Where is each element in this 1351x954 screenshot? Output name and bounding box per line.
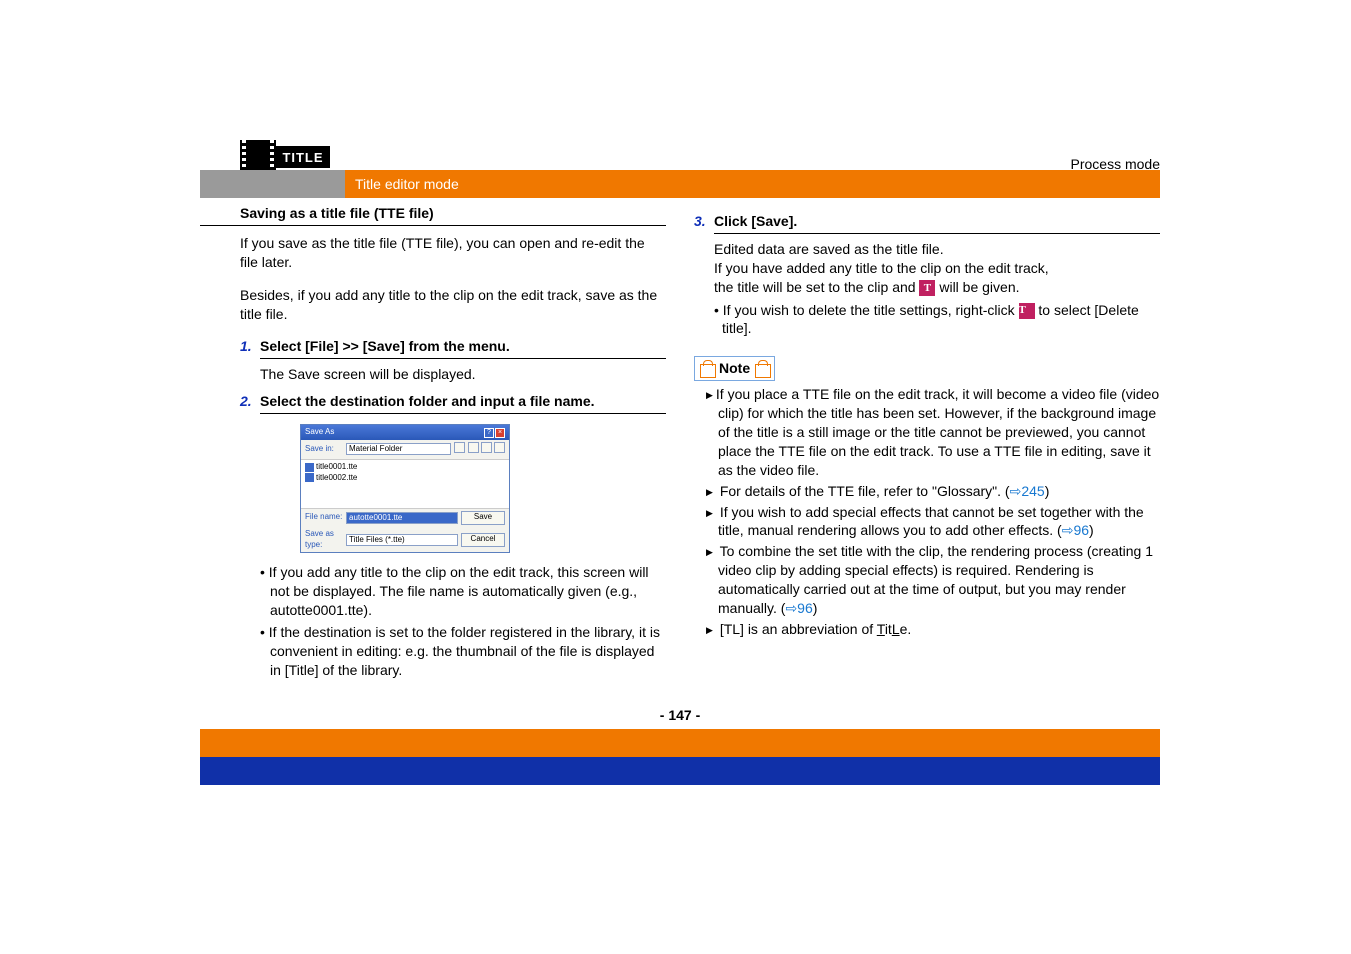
cancel-button[interactable]: Cancel xyxy=(461,533,505,547)
window-controls: ? × xyxy=(484,428,505,438)
save-button[interactable]: Save xyxy=(461,511,505,525)
step-2-number: 2. xyxy=(240,392,260,414)
step-3-text: Click [Save]. xyxy=(714,212,1160,234)
step-3-line1: Edited data are saved as the title file. xyxy=(714,240,1160,259)
note-list: If you place a TTE file on the edit trac… xyxy=(694,385,1160,639)
step-3-body: Edited data are saved as the title file.… xyxy=(694,240,1160,338)
title-logo-text: TITLE xyxy=(276,146,330,168)
document-page: TITLE Process mode Title editor mode Sav… xyxy=(200,90,1160,723)
help-icon[interactable]: ? xyxy=(484,428,494,438)
intro-paragraph-1: If you save as the title file (TTE file)… xyxy=(200,234,666,272)
step-1: 1. Select [File] >> [Save] from the menu… xyxy=(200,337,666,359)
right-column: 3. Click [Save]. Edited data are saved a… xyxy=(694,204,1160,683)
newfolder-icon[interactable] xyxy=(481,442,492,453)
parcel-icon xyxy=(699,360,715,378)
link-arrow-icon: ⇨ xyxy=(1062,522,1074,538)
link-arrow-icon: ⇨ xyxy=(1010,483,1022,499)
note-item: If you wish to add special effects that … xyxy=(706,503,1160,541)
bullet-item: If you add any title to the clip on the … xyxy=(260,563,666,620)
filetype-row: Save as type: Title Files (*.tte) Cancel xyxy=(301,527,509,553)
step-2: 2. Select the destination folder and inp… xyxy=(200,392,666,414)
title-logo-icon: TITLE xyxy=(240,140,330,174)
step-2-bullets: If you add any title to the clip on the … xyxy=(200,563,666,679)
step-1-text: Select [File] >> [Save] from the menu. xyxy=(260,337,666,359)
filename-row: File name: autotte0001.tte Save xyxy=(301,509,509,527)
filename-label: File name: xyxy=(305,512,343,523)
step-3-line3: the title will be set to the clip and T … xyxy=(714,278,1160,297)
list-item[interactable]: title0001.tte xyxy=(305,462,505,473)
step-3-line2: If you have added any title to the clip … xyxy=(714,259,1160,278)
left-section-title: Saving as a title file (TTE file) xyxy=(200,204,666,226)
step-1-number: 1. xyxy=(240,337,260,359)
page-link[interactable]: 96 xyxy=(1073,522,1089,538)
note-item: [TL] is an abbreviation of TitLe. xyxy=(706,620,1160,639)
step-2-text: Select the destination folder and input … xyxy=(260,392,666,414)
step-1-subtext: The Save screen will be displayed. xyxy=(200,365,666,384)
t-clip-icon: T xyxy=(919,280,935,296)
filmstrip-icon xyxy=(240,140,276,174)
intro-paragraph-2: Besides, if you add any title to the cli… xyxy=(200,286,666,324)
file-icon xyxy=(305,473,314,482)
note-item: To combine the set title with the clip, … xyxy=(706,542,1160,618)
close-icon[interactable]: × xyxy=(495,428,505,438)
dialog-title: Save As xyxy=(305,427,334,438)
note-label: Note xyxy=(719,359,750,378)
dialog-titlebar: Save As ? × xyxy=(301,425,509,440)
list-item[interactable]: title0002.tte xyxy=(305,473,505,484)
filetype-label: Save as type: xyxy=(305,529,343,551)
back-icon[interactable] xyxy=(454,442,465,453)
file-icon xyxy=(305,463,314,472)
step-3: 3. Click [Save]. xyxy=(694,212,1160,234)
footer-orange-stripe xyxy=(200,729,1160,757)
left-column: Saving as a title file (TTE file) If you… xyxy=(200,204,666,683)
savein-row: Save in: Material Folder xyxy=(301,440,509,459)
page-link[interactable]: 96 xyxy=(797,600,813,616)
step-3-number: 3. xyxy=(694,212,714,234)
two-column-layout: Saving as a title file (TTE file) If you… xyxy=(200,198,1160,683)
savein-dropdown[interactable]: Material Folder xyxy=(346,443,451,455)
t-clip-icon: T xyxy=(1019,303,1035,319)
header-area: TITLE Process mode xyxy=(200,90,1160,170)
save-as-dialog: Save As ? × Save in: Material Folder xyxy=(300,424,510,553)
page-link[interactable]: 245 xyxy=(1021,483,1044,499)
parcel-icon xyxy=(754,360,770,378)
section-bar-label: Title editor mode xyxy=(345,170,459,198)
section-bar-accent xyxy=(200,170,345,198)
section-bar: Title editor mode xyxy=(200,170,1160,198)
link-arrow-icon: ⇨ xyxy=(785,600,797,616)
page-number: - 147 - xyxy=(200,707,1160,723)
note-item: For details of the TTE file, refer to "G… xyxy=(706,482,1160,501)
note-header: Note xyxy=(694,356,775,381)
footer-blue-stripe xyxy=(200,757,1160,785)
up-icon[interactable] xyxy=(468,442,479,453)
bullet-item: If the destination is set to the folder … xyxy=(260,623,666,680)
save-dialog-screenshot: Save As ? × Save in: Material Folder xyxy=(200,424,666,553)
views-icon[interactable] xyxy=(494,442,505,453)
toolbar-icons xyxy=(454,442,505,457)
filetype-dropdown[interactable]: Title Files (*.tte) xyxy=(346,534,458,546)
filename-input[interactable]: autotte0001.tte xyxy=(346,512,458,524)
note-item: If you place a TTE file on the edit trac… xyxy=(706,385,1160,479)
file-list[interactable]: title0001.tte title0002.tte xyxy=(301,459,509,509)
step-3-bullet: • If you wish to delete the title settin… xyxy=(714,301,1160,339)
savein-label: Save in: xyxy=(305,444,343,455)
